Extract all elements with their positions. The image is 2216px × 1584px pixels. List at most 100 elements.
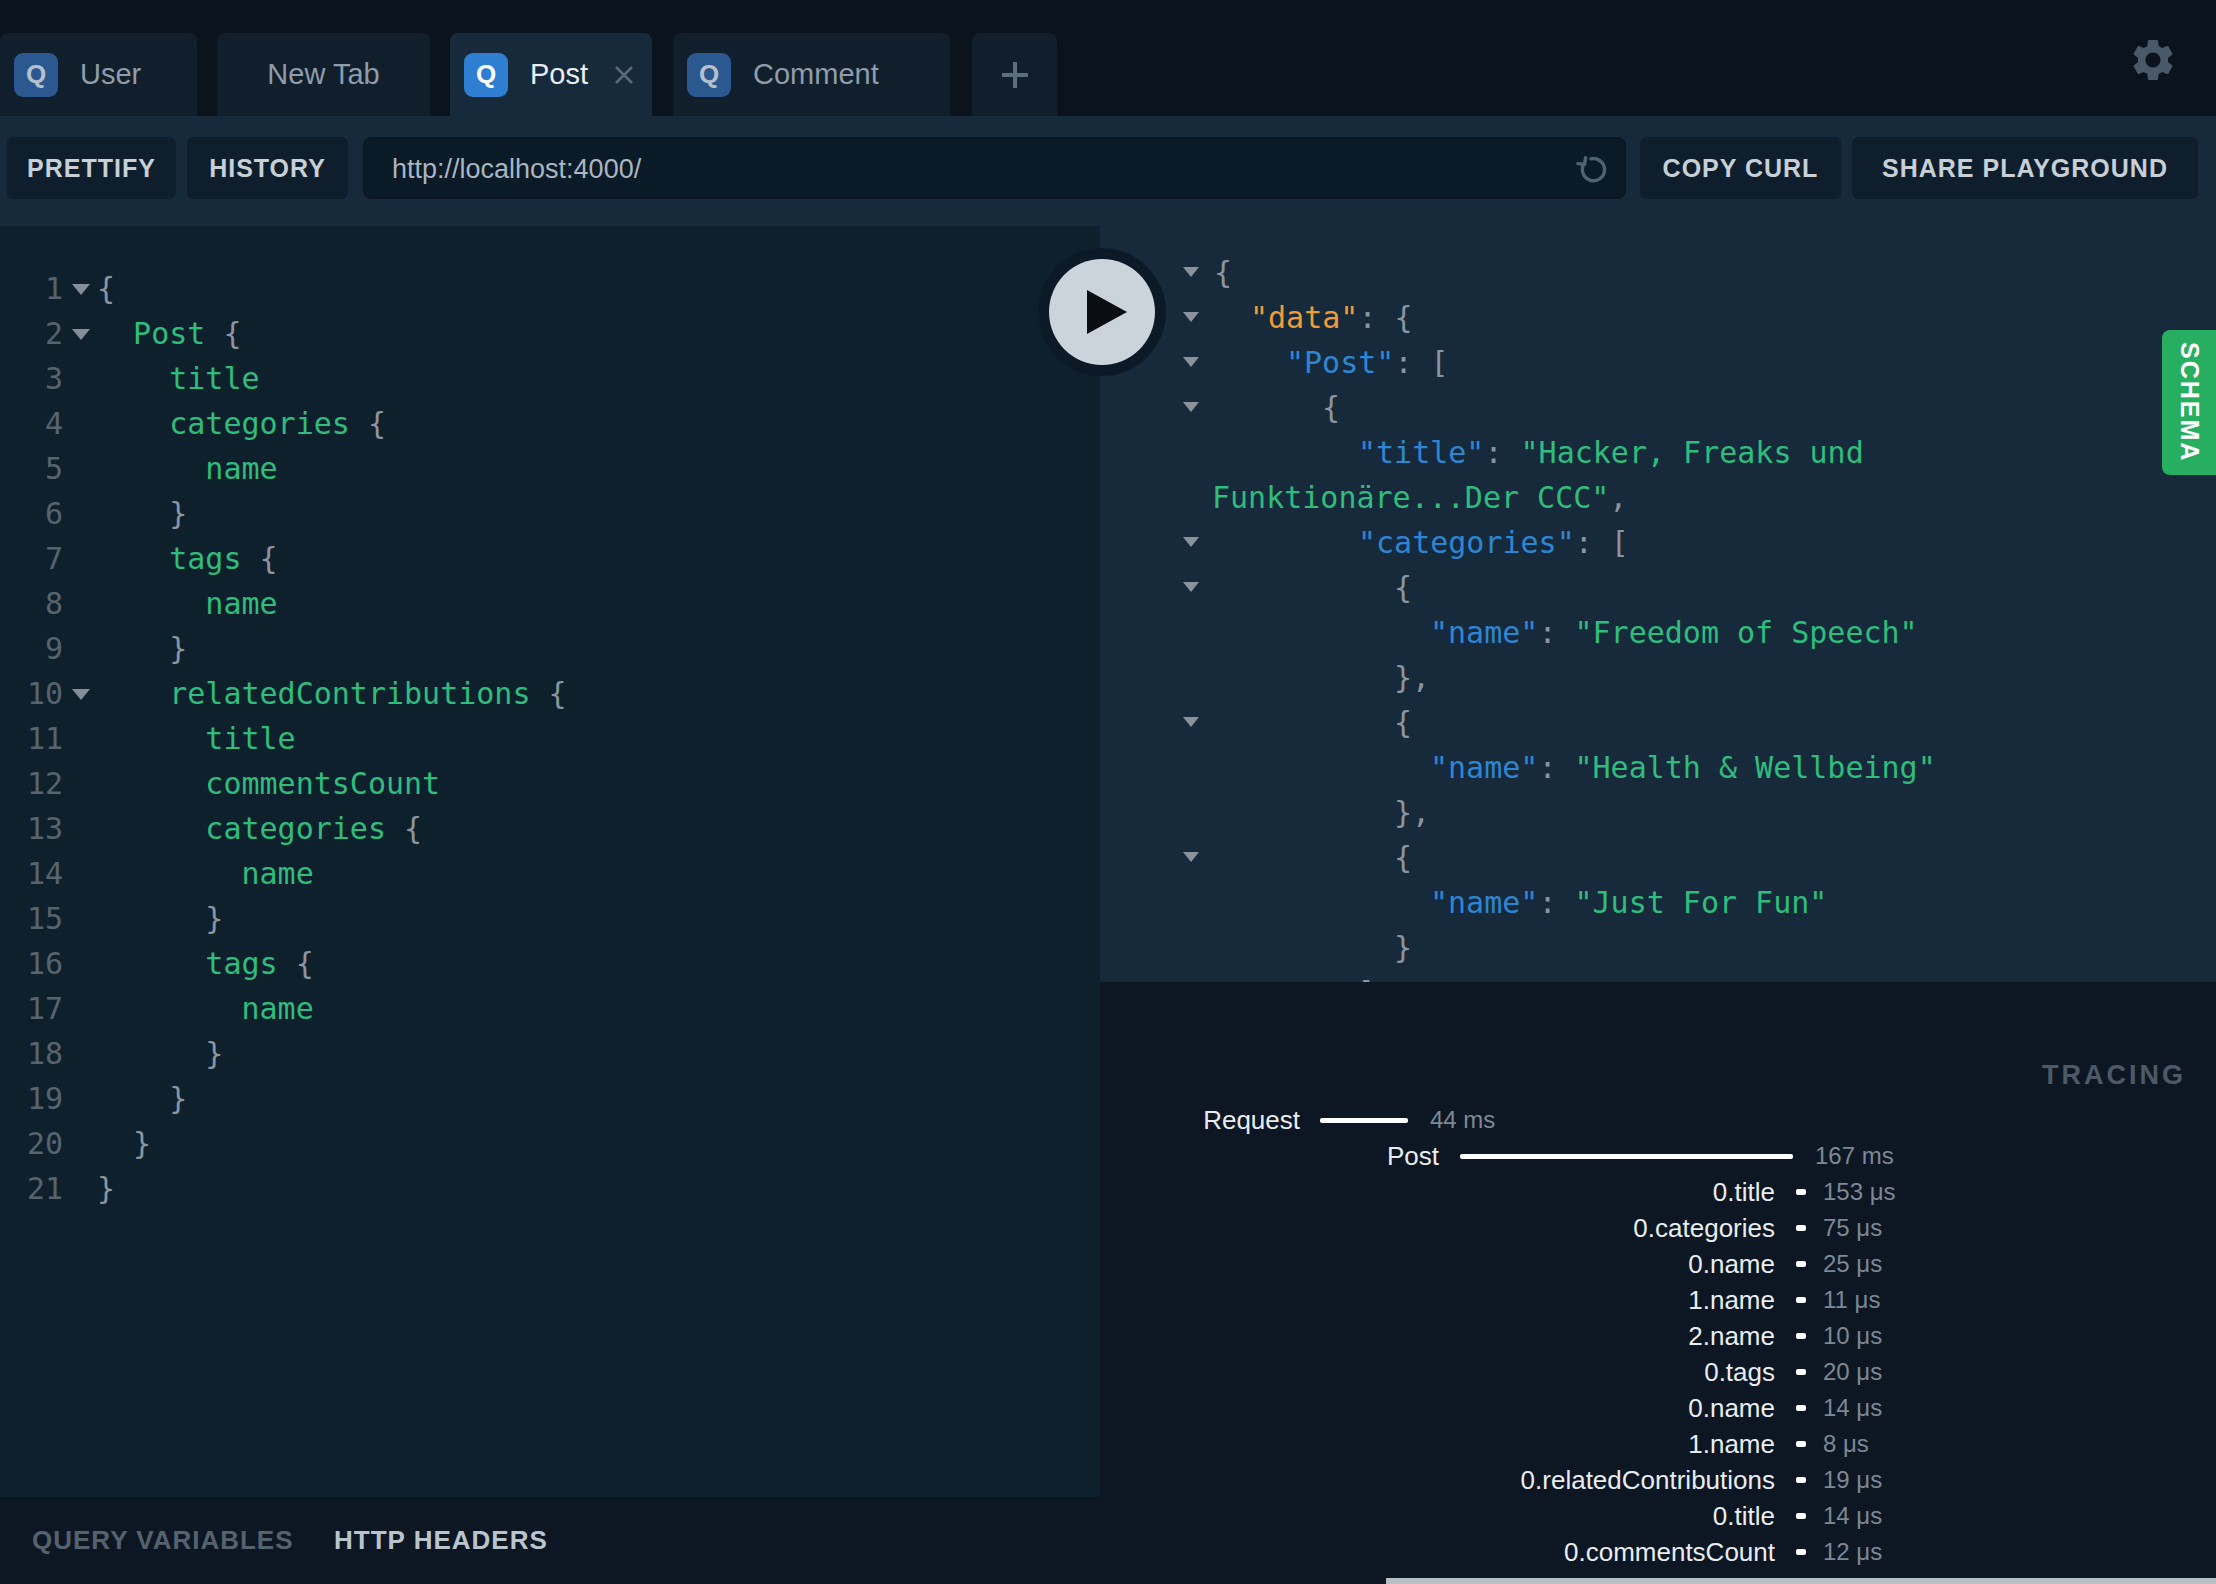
- bottom-bar: QUERY VARIABLES HTTP HEADERS: [0, 1497, 1100, 1584]
- prettify-button[interactable]: PRETTIFY: [7, 137, 176, 199]
- collapse-arrow-icon[interactable]: [1183, 312, 1199, 322]
- fold-gutter: [63, 626, 97, 671]
- code-line: 13 categories {: [0, 806, 1100, 851]
- fold-gutter: [63, 536, 97, 581]
- line-number: 4: [0, 401, 63, 446]
- response-line: ]: [1100, 970, 2216, 982]
- response-line: {: [1100, 835, 2216, 880]
- response-text: {: [1394, 565, 1412, 610]
- fold-gutter: [63, 356, 97, 401]
- fold-arrow-icon[interactable]: [72, 284, 90, 295]
- response-line: },: [1100, 655, 2216, 700]
- code-text: name: [97, 986, 314, 1031]
- code-text: name: [97, 851, 314, 896]
- line-number: 16: [0, 941, 63, 986]
- line-number: 1: [0, 266, 63, 311]
- code-line: 2 Post {: [0, 311, 1100, 356]
- fold-gutter: [63, 941, 97, 986]
- collapse-arrow-icon[interactable]: [1183, 267, 1199, 277]
- response-text: "name": "Freedom of Speech": [1430, 610, 1918, 655]
- tab-label: New Tab: [267, 58, 379, 91]
- response-line: {: [1100, 565, 2216, 610]
- line-number: 14: [0, 851, 63, 896]
- collapse-arrow-icon[interactable]: [1183, 717, 1199, 727]
- fold-gutter: [63, 1166, 97, 1211]
- collapse-arrow-icon[interactable]: [1183, 582, 1199, 592]
- tab-http-headers[interactable]: HTTP HEADERS: [334, 1525, 548, 1555]
- code-text: }: [97, 1076, 187, 1121]
- tracing-bar: [1796, 1549, 1806, 1555]
- code-text: }: [97, 1121, 151, 1166]
- response-text: "data": {: [1250, 295, 1413, 340]
- tab-comment[interactable]: QComment: [673, 33, 950, 116]
- line-number: 19: [0, 1076, 63, 1121]
- new-tab-button[interactable]: [972, 33, 1057, 116]
- tracing-header[interactable]: TRACING: [2042, 1060, 2186, 1091]
- code-line: 18 }: [0, 1031, 1100, 1076]
- tracing-bar: [1796, 1477, 1806, 1483]
- code-text: }: [97, 1166, 115, 1211]
- share-playground-button[interactable]: SHARE PLAYGROUND: [1852, 137, 2198, 199]
- code-line: 6 }: [0, 491, 1100, 536]
- query-editor[interactable]: 1{2 Post {3 title4 categories {5 name6 }…: [0, 226, 1100, 1497]
- fold-gutter: [63, 851, 97, 896]
- endpoint-input[interactable]: [390, 138, 1534, 200]
- response-line: "name": "Just For Fun": [1100, 880, 2216, 925]
- code-line: 19 }: [0, 1076, 1100, 1121]
- fold-gutter: [63, 986, 97, 1031]
- fold-gutter: [63, 716, 97, 761]
- query-badge: Q: [464, 53, 508, 97]
- code-text: title: [97, 716, 296, 761]
- collapse-arrow-icon[interactable]: [1183, 852, 1199, 862]
- close-icon[interactable]: [612, 63, 636, 87]
- response-text: },: [1394, 655, 1430, 700]
- tab-label: Post: [530, 58, 588, 91]
- code-line: 14 name: [0, 851, 1100, 896]
- line-number: 8: [0, 581, 63, 626]
- tracing-bar: [1796, 1513, 1806, 1519]
- fold-arrow-icon[interactable]: [72, 689, 90, 700]
- line-number: 5: [0, 446, 63, 491]
- collapse-arrow-icon[interactable]: [1183, 357, 1199, 367]
- line-number: 9: [0, 626, 63, 671]
- tab-query-variables[interactable]: QUERY VARIABLES: [32, 1525, 294, 1555]
- schema-tab[interactable]: SCHEMA: [2162, 330, 2216, 475]
- response-line: {: [1100, 385, 2216, 430]
- code-line: 4 categories {: [0, 401, 1100, 446]
- code-line: 5 name: [0, 446, 1100, 491]
- response-text: {: [1214, 250, 1232, 295]
- line-number: 17: [0, 986, 63, 1031]
- fold-gutter: [63, 491, 97, 536]
- graphql-playground-window: QUser New Tab Q Post QComment PRETTIFY HISTO…: [0, 0, 2216, 1584]
- response-text: "Post": [: [1286, 340, 1449, 385]
- collapse-arrow-icon[interactable]: [1183, 537, 1199, 547]
- line-number: 2: [0, 311, 63, 356]
- fold-arrow-icon[interactable]: [72, 329, 90, 340]
- code-line: 21}: [0, 1166, 1100, 1211]
- fold-gutter: [63, 311, 97, 356]
- response-viewer: {"data": {"Post": [{"title": "Hacker, Fr…: [1100, 226, 2216, 982]
- play-icon: [1049, 259, 1155, 365]
- code-text: }: [97, 626, 187, 671]
- execute-button[interactable]: [1038, 248, 1166, 376]
- copy-curl-button[interactable]: COPY CURL: [1640, 137, 1841, 199]
- code-text: title: [97, 356, 260, 401]
- response-text: Funktionäre...Der CCC",: [1212, 475, 1627, 520]
- code-line: 1{: [0, 266, 1100, 311]
- code-text: categories {: [97, 401, 386, 446]
- code-text: {: [97, 266, 115, 311]
- horizontal-scrollbar[interactable]: [1386, 1578, 2216, 1584]
- code-text: }: [97, 1031, 223, 1076]
- line-number: 12: [0, 761, 63, 806]
- tab-new-tab[interactable]: New Tab: [217, 33, 430, 116]
- settings-gear-icon[interactable]: [2128, 35, 2178, 85]
- tab-post[interactable]: Q Post: [450, 33, 652, 116]
- fold-gutter: [63, 806, 97, 851]
- history-button[interactable]: HISTORY: [187, 137, 348, 199]
- fold-gutter: [63, 446, 97, 491]
- collapse-arrow-icon[interactable]: [1183, 402, 1199, 412]
- tab-user[interactable]: QUser: [0, 33, 197, 116]
- reload-icon[interactable]: [1573, 150, 1611, 188]
- tracing-bar: [1796, 1297, 1806, 1303]
- code-line: 16 tags {: [0, 941, 1100, 986]
